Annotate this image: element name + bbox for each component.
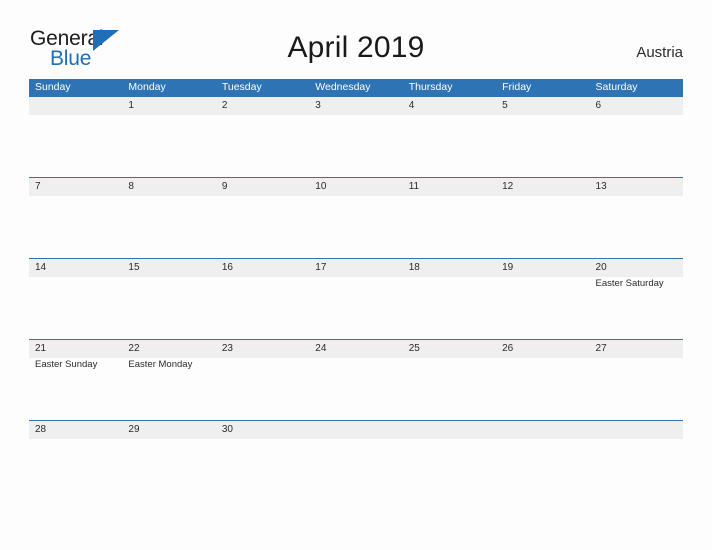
day-number: 29 bbox=[128, 424, 140, 435]
day-cell[interactable]: 17 bbox=[309, 259, 403, 339]
day-cell[interactable]: 8 bbox=[122, 178, 216, 258]
day-cell[interactable]: 30 bbox=[215, 421, 310, 501]
day-cell[interactable]: 22 Easter Monday bbox=[122, 340, 216, 420]
day-number: 24 bbox=[315, 343, 327, 354]
day-cell[interactable]: 26 bbox=[496, 340, 590, 420]
day-number: 14 bbox=[35, 262, 47, 273]
calendar-week-row: 28 29 30 bbox=[29, 420, 683, 501]
day-number: 1 bbox=[128, 100, 134, 111]
day-event: Easter Sunday bbox=[35, 359, 98, 370]
day-cell[interactable]: 14 bbox=[29, 259, 123, 339]
day-number: 20 bbox=[595, 262, 607, 273]
day-number: 23 bbox=[221, 343, 233, 354]
day-number: 13 bbox=[595, 181, 607, 192]
day-number: 30 bbox=[221, 424, 233, 435]
day-number: 11 bbox=[408, 181, 420, 192]
weekday-header-saturday: Saturday bbox=[595, 81, 638, 93]
day-cell[interactable]: 19 bbox=[496, 259, 590, 339]
day-cell[interactable]: 18 bbox=[402, 259, 497, 339]
day-cell[interactable] bbox=[402, 421, 497, 501]
day-number: 8 bbox=[128, 181, 134, 192]
day-cell[interactable]: 29 bbox=[122, 421, 216, 501]
calendar-week-row: 14 15 16 17 18 19 20 Easter Saturday bbox=[29, 258, 683, 339]
day-number: 28 bbox=[35, 424, 47, 435]
day-number: 10 bbox=[315, 181, 327, 192]
calendar-week-row: 21 Easter Sunday 22 Easter Monday 23 24 … bbox=[29, 339, 683, 420]
day-cell[interactable]: 16 bbox=[215, 259, 310, 339]
day-number: 25 bbox=[408, 343, 420, 354]
day-number: 5 bbox=[502, 100, 508, 111]
calendar-page: General Blue April 2019 Austria Sunday M… bbox=[0, 0, 712, 550]
day-number: 12 bbox=[502, 181, 514, 192]
day-number: 18 bbox=[408, 262, 420, 273]
day-cell[interactable] bbox=[309, 421, 403, 501]
weekday-header-wednesday: Wednesday bbox=[315, 81, 371, 93]
day-cell[interactable]: 5 bbox=[496, 97, 590, 177]
day-cell[interactable]: 1 bbox=[122, 97, 216, 177]
day-cell[interactable]: 11 bbox=[402, 178, 497, 258]
day-event: Easter Monday bbox=[128, 359, 193, 370]
weekday-header-sunday: Sunday bbox=[35, 81, 71, 93]
weekday-header-tuesday: Tuesday bbox=[221, 81, 262, 93]
weekday-header-row: Sunday Monday Tuesday Wednesday Thursday… bbox=[29, 79, 683, 96]
day-cell[interactable]: 6 bbox=[589, 97, 683, 177]
region-label: Austria bbox=[636, 44, 683, 61]
day-number: 6 bbox=[595, 100, 602, 111]
day-number: 4 bbox=[408, 100, 415, 111]
weekday-header-friday: Friday bbox=[502, 81, 532, 93]
day-cell[interactable]: 7 bbox=[29, 178, 123, 258]
day-cell[interactable] bbox=[589, 421, 683, 501]
day-cell[interactable]: 2 bbox=[215, 97, 310, 177]
day-cell[interactable]: 13 bbox=[589, 178, 683, 258]
day-cell[interactable]: 28 bbox=[29, 421, 123, 501]
day-number: 21 bbox=[35, 343, 47, 354]
day-cell[interactable]: 15 bbox=[122, 259, 216, 339]
day-cell[interactable]: 9 bbox=[215, 178, 310, 258]
calendar-table: Sunday Monday Tuesday Wednesday Thursday… bbox=[29, 79, 683, 501]
day-cell[interactable]: 23 bbox=[215, 340, 310, 420]
day-cell[interactable]: 25 bbox=[402, 340, 497, 420]
day-cell[interactable] bbox=[496, 421, 590, 501]
day-event: Easter Saturday bbox=[595, 278, 664, 289]
weekday-header-thursday: Thursday bbox=[408, 81, 453, 93]
day-number: 27 bbox=[595, 343, 607, 354]
day-number: 19 bbox=[502, 262, 514, 273]
day-number: 15 bbox=[128, 262, 140, 273]
calendar-week-row: 1 2 3 4 5 6 bbox=[29, 96, 683, 177]
day-number: 3 bbox=[315, 100, 321, 111]
day-cell[interactable] bbox=[29, 97, 123, 177]
day-cell[interactable]: 4 bbox=[402, 97, 497, 177]
day-cell[interactable]: 3 bbox=[309, 97, 403, 177]
page-title: April 2019 bbox=[287, 31, 425, 64]
calendar-week-row: 7 8 9 10 11 12 13 bbox=[29, 177, 683, 258]
day-number: 16 bbox=[221, 262, 233, 273]
day-cell[interactable]: 24 bbox=[309, 340, 403, 420]
weekday-header-monday: Monday bbox=[128, 81, 166, 93]
day-cell[interactable]: 20 Easter Saturday bbox=[589, 259, 683, 339]
day-cell[interactable]: 10 bbox=[309, 178, 403, 258]
day-cell[interactable]: 27 bbox=[589, 340, 683, 420]
day-number: 22 bbox=[128, 343, 140, 354]
day-number: 7 bbox=[35, 181, 41, 192]
page-header: General Blue April 2019 Austria bbox=[0, 0, 712, 78]
day-number: 9 bbox=[221, 181, 228, 192]
day-cell[interactable]: 12 bbox=[496, 178, 590, 258]
day-number: 2 bbox=[221, 100, 228, 111]
day-cell[interactable]: 21 Easter Sunday bbox=[29, 340, 123, 420]
day-number: 17 bbox=[315, 262, 327, 273]
day-number: 26 bbox=[502, 343, 514, 354]
